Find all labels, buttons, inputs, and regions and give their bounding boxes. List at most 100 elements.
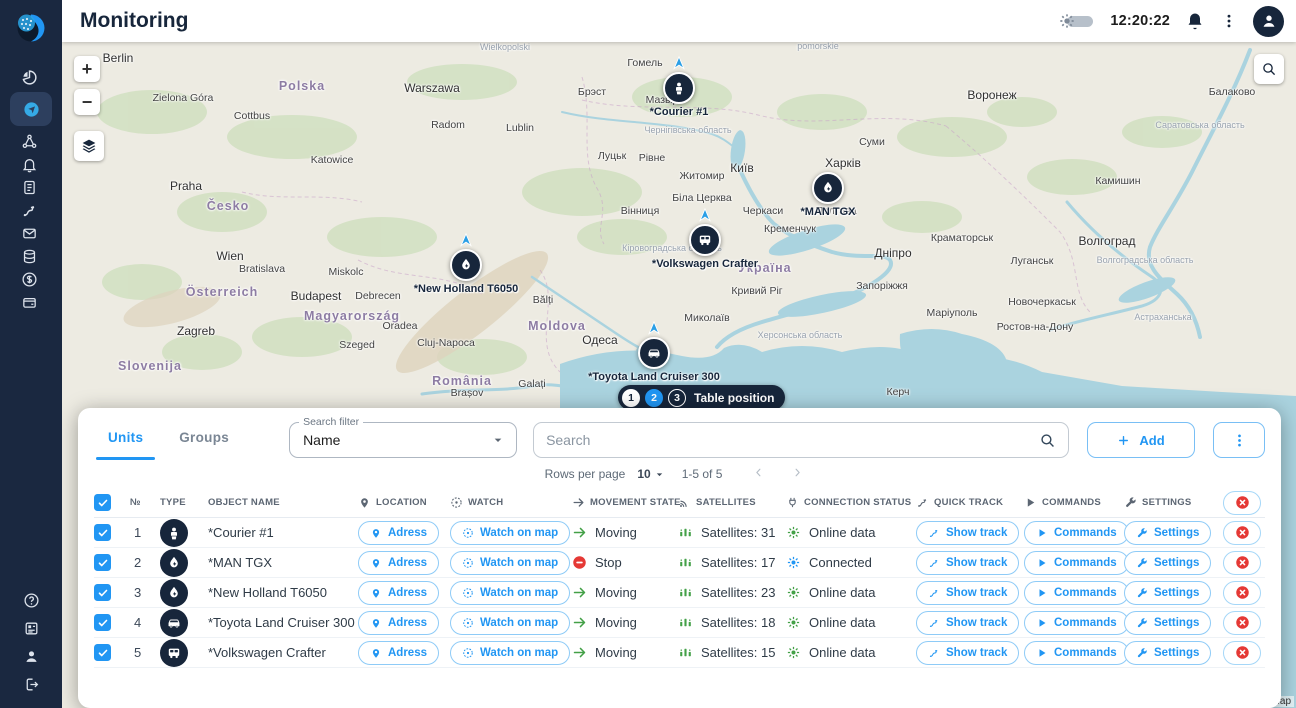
notifications-bell-icon[interactable]: [1185, 11, 1205, 31]
settings-button[interactable]: Settings: [1124, 521, 1211, 545]
search-icon[interactable]: [1039, 432, 1056, 449]
marker-circle[interactable]: [663, 72, 695, 104]
show-track-button[interactable]: Show track: [916, 641, 1019, 665]
next-page-button[interactable]: [781, 466, 814, 482]
delete-button[interactable]: [1223, 581, 1261, 605]
crosshair-icon: [462, 557, 474, 569]
marker-circle[interactable]: [638, 337, 670, 369]
tooltip-label: Table position: [694, 391, 774, 405]
movement-state: Moving: [572, 615, 678, 630]
watch-on-map-button[interactable]: Watch on map: [450, 551, 570, 575]
sidebar-item-logout[interactable]: [12, 672, 50, 696]
sidebar-item-tracking[interactable]: [10, 130, 48, 152]
settings-button[interactable]: Settings: [1124, 611, 1211, 635]
sidebar-item-reports[interactable]: [10, 176, 48, 198]
x-circle-icon: [1235, 555, 1250, 570]
row-checkbox[interactable]: [94, 554, 111, 571]
chevron-down-icon: [653, 468, 666, 481]
tab-groups[interactable]: Groups: [161, 422, 247, 458]
step-3-button[interactable]: 3: [668, 389, 686, 407]
crosshair-icon: [462, 587, 474, 599]
select-all-checkbox[interactable]: [94, 494, 111, 511]
zoom-in-button[interactable]: +: [74, 56, 100, 82]
sun-icon: [1057, 11, 1077, 31]
arrow-right-icon: [572, 615, 587, 630]
play-icon: [1036, 617, 1048, 629]
sidebar-item-monitoring[interactable]: [10, 92, 52, 126]
show-track-button[interactable]: Show track: [916, 551, 1019, 575]
topbar-menu-icon[interactable]: [1220, 12, 1238, 30]
marker-circle[interactable]: [812, 172, 844, 204]
delete-all-button[interactable]: [1223, 491, 1261, 515]
sidebar-item-news[interactable]: [12, 616, 50, 640]
chevron-left-icon: [752, 466, 765, 479]
sidebar-item-payments[interactable]: [10, 291, 48, 313]
delete-button[interactable]: [1223, 611, 1261, 635]
connection-status: Online data: [786, 525, 916, 540]
row-checkbox[interactable]: [94, 524, 111, 541]
sidebar-item-help[interactable]: [12, 588, 50, 612]
avatar[interactable]: [1253, 6, 1284, 37]
commands-button[interactable]: Commands: [1024, 641, 1129, 665]
row-checkbox[interactable]: [94, 614, 111, 631]
address-button[interactable]: Adress: [358, 611, 439, 635]
row-checkbox[interactable]: [94, 644, 111, 661]
tab-units[interactable]: Units: [90, 422, 161, 458]
prev-page-button[interactable]: [742, 466, 775, 482]
commands-button[interactable]: Commands: [1024, 581, 1129, 605]
check-icon: [97, 587, 109, 599]
sidebar-item-messages[interactable]: [10, 222, 48, 244]
marker-circle[interactable]: [689, 224, 721, 256]
col-satellites: SATELLITES: [678, 496, 786, 509]
watch-on-map-button[interactable]: Watch on map: [450, 581, 570, 605]
address-button[interactable]: Adress: [358, 641, 439, 665]
object-name: *New Holland T6050: [208, 585, 358, 600]
sidebar-item-data[interactable]: [10, 245, 48, 267]
map-marker-label: *Volkswagen Crafter: [652, 258, 758, 270]
rows-per-page-select[interactable]: 10: [637, 467, 665, 481]
address-button[interactable]: Adress: [358, 521, 439, 545]
show-track-button[interactable]: Show track: [916, 521, 1019, 545]
watch-on-map-button[interactable]: Watch on map: [450, 641, 570, 665]
search-input[interactable]: [546, 432, 1039, 448]
wrench-icon: [1136, 647, 1148, 659]
clock: 12:20:22: [1110, 13, 1170, 29]
delete-button[interactable]: [1223, 521, 1261, 545]
show-track-button[interactable]: Show track: [916, 581, 1019, 605]
address-button[interactable]: Adress: [358, 551, 439, 575]
commands-button[interactable]: Commands: [1024, 611, 1129, 635]
marker-circle[interactable]: [450, 249, 482, 281]
zoom-out-button[interactable]: −: [74, 89, 100, 115]
theme-toggle[interactable]: [1057, 11, 1095, 31]
signal-bars-icon: [678, 555, 693, 570]
watch-on-map-button[interactable]: Watch on map: [450, 521, 570, 545]
delete-button[interactable]: [1223, 551, 1261, 575]
direction-arrow-icon: [696, 207, 714, 225]
settings-button[interactable]: Settings: [1124, 641, 1211, 665]
row-checkbox[interactable]: [94, 584, 111, 601]
sidebar-item-routes[interactable]: [10, 199, 48, 221]
search-filter-label: Search filter: [299, 416, 363, 428]
wrench-icon: [1124, 496, 1137, 509]
unit-type-drop-icon: [160, 549, 188, 577]
show-track-button[interactable]: Show track: [916, 611, 1019, 635]
share-icon: [21, 133, 38, 150]
step-1-button[interactable]: 1: [622, 389, 640, 407]
map-search-button[interactable]: [1254, 54, 1284, 84]
add-button[interactable]: Add: [1087, 422, 1195, 458]
layers-button[interactable]: [74, 131, 104, 161]
sidebar-item-notifications[interactable]: [10, 153, 48, 175]
watch-on-map-button[interactable]: Watch on map: [450, 611, 570, 635]
sidebar-item-dashboard[interactable]: [10, 66, 48, 88]
address-button[interactable]: Adress: [358, 581, 439, 605]
commands-button[interactable]: Commands: [1024, 521, 1129, 545]
settings-button[interactable]: Settings: [1124, 581, 1211, 605]
sidebar-item-profile[interactable]: [12, 644, 50, 668]
sidebar-item-billing[interactable]: [10, 268, 48, 290]
settings-button[interactable]: Settings: [1124, 551, 1211, 575]
panel-menu-button[interactable]: [1213, 422, 1265, 458]
commands-button[interactable]: Commands: [1024, 551, 1129, 575]
delete-button[interactable]: [1223, 641, 1261, 665]
step-2-button[interactable]: 2: [645, 389, 663, 407]
search-filter-select[interactable]: Search filter Name: [289, 422, 517, 458]
